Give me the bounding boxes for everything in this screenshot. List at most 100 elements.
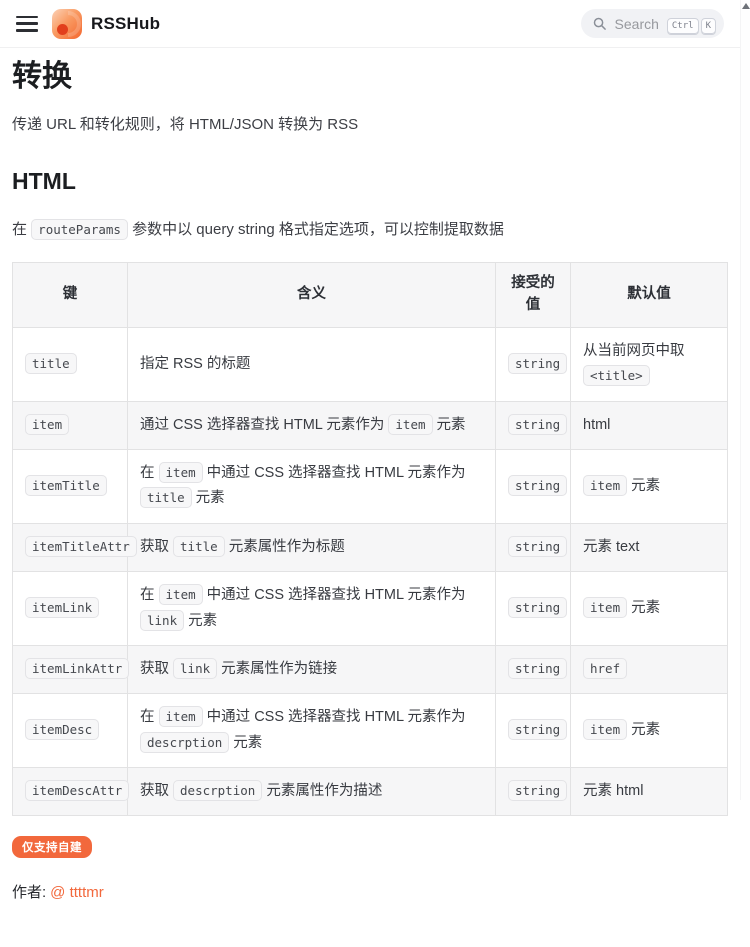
inline-code: string bbox=[508, 597, 567, 618]
param-key-cell: itemTitle bbox=[13, 450, 128, 524]
param-type-cell: string bbox=[496, 401, 571, 449]
inline-code: item bbox=[159, 706, 203, 727]
table-row: itemLink 在 item 中通过 CSS 选择器查找 HTML 元素作为 l… bbox=[13, 572, 728, 646]
column-header-accepted: 接受的值 bbox=[496, 263, 571, 328]
inline-code: item bbox=[583, 719, 627, 740]
scrollbar[interactable] bbox=[740, 0, 750, 800]
param-default-cell: item 元素 bbox=[571, 450, 728, 524]
params-table: 键 含义 接受的值 默认值 title指定 RSS 的标题string从当前网页… bbox=[12, 262, 728, 816]
table-header-row: 键 含义 接受的值 默认值 bbox=[13, 263, 728, 328]
doc-content: 转换 传递 URL 和转化规则，将 HTML/JSON 转换为 RSS HTML… bbox=[0, 48, 750, 947]
inline-code: item bbox=[159, 584, 203, 605]
inline-code: link bbox=[173, 658, 217, 679]
param-key-cell: title bbox=[13, 327, 128, 401]
param-type-cell: string bbox=[496, 572, 571, 646]
status-badge: 仅支持自建 bbox=[12, 836, 92, 858]
param-default-cell: 从当前网页中取 <title> bbox=[571, 327, 728, 401]
inline-code: itemDescAttr bbox=[25, 780, 129, 801]
inline-code: item bbox=[583, 475, 627, 496]
search-placeholder: Search bbox=[615, 16, 659, 32]
param-type-cell: string bbox=[496, 523, 571, 571]
param-key-cell: itemDesc bbox=[13, 694, 128, 768]
table-row: title 指定 RSS 的标题 string从当前网页中取 <title> bbox=[13, 327, 728, 401]
column-header-key: 键 bbox=[13, 263, 128, 328]
inline-code: itemLinkAttr bbox=[25, 658, 129, 679]
section-intro: 在 routeParams 参数中以 query string 格式指定选项，可… bbox=[12, 218, 727, 242]
inline-code: string bbox=[508, 475, 567, 496]
param-type-cell: string bbox=[496, 450, 571, 524]
params-table-body: title指定 RSS 的标题string从当前网页中取 <title>item… bbox=[13, 327, 728, 816]
param-type-cell: string bbox=[496, 327, 571, 401]
inline-code: item bbox=[388, 414, 432, 435]
param-type-cell: string bbox=[496, 694, 571, 768]
param-meaning-cell: 获取 title 元素属性作为标题 bbox=[128, 523, 496, 571]
brand-home-link[interactable]: RSSHub bbox=[52, 9, 160, 39]
inline-code: routeParams bbox=[31, 219, 128, 240]
inline-code: itemTitleAttr bbox=[25, 536, 137, 557]
param-key-cell: itemLinkAttr bbox=[13, 645, 128, 693]
author-line: 作者:@ ttttmr bbox=[12, 881, 727, 902]
param-meaning-cell: 在 item 中通过 CSS 选择器查找 HTML 元素作为 link 元素 bbox=[128, 572, 496, 646]
param-default-cell: href bbox=[571, 645, 728, 693]
table-row: itemDesc 在 item 中通过 CSS 选择器查找 HTML 元素作为 d… bbox=[13, 694, 728, 768]
inline-code: itemTitle bbox=[25, 475, 107, 496]
param-meaning-cell: 指定 RSS 的标题 bbox=[128, 327, 496, 401]
param-type-cell: string bbox=[496, 645, 571, 693]
section-heading-html: HTML bbox=[12, 167, 727, 197]
param-meaning-cell: 通过 CSS 选择器查找 HTML 元素作为 item 元素 bbox=[128, 401, 496, 449]
table-row: itemDescAttr获取 descrption 元素属性作为描述 string… bbox=[13, 768, 728, 816]
param-default-cell: item 元素 bbox=[571, 694, 728, 768]
inline-code: string bbox=[508, 719, 567, 740]
inline-code: string bbox=[508, 780, 567, 801]
inline-code: string bbox=[508, 414, 567, 435]
kbd-ctrl: Ctrl bbox=[667, 18, 699, 34]
param-key-cell: item bbox=[13, 401, 128, 449]
column-header-default: 默认值 bbox=[571, 263, 728, 328]
author-link[interactable]: @ ttttmr bbox=[50, 884, 104, 901]
inline-code: descrption bbox=[173, 780, 262, 801]
inline-code: title bbox=[173, 536, 225, 557]
param-default-cell: 元素 text bbox=[571, 523, 728, 571]
param-default-cell: item 元素 bbox=[571, 572, 728, 646]
search-button[interactable]: Search CtrlK bbox=[581, 9, 724, 38]
table-row: item通过 CSS 选择器查找 HTML 元素作为 item 元素string… bbox=[13, 401, 728, 449]
table-row: itemLinkAttr获取 link 元素属性作为链接 string href bbox=[13, 645, 728, 693]
param-default-cell: 元素 html bbox=[571, 768, 728, 816]
inline-code: string bbox=[508, 536, 567, 557]
table-row: itemTitle 在 item 中通过 CSS 选择器查找 HTML 元素作为 … bbox=[13, 450, 728, 524]
scroll-up-icon[interactable] bbox=[742, 3, 750, 9]
page-title: 转换 bbox=[12, 58, 727, 96]
param-meaning-cell: 在 item 中通过 CSS 选择器查找 HTML 元素作为 descrptio… bbox=[128, 694, 496, 768]
inline-code: item bbox=[25, 414, 69, 435]
rsshub-logo-icon bbox=[52, 9, 82, 39]
inline-code: itemDesc bbox=[25, 719, 99, 740]
param-key-cell: itemDescAttr bbox=[13, 768, 128, 816]
param-key-cell: itemTitleAttr bbox=[13, 523, 128, 571]
inline-code: item bbox=[583, 597, 627, 618]
page-subtitle: 传递 URL 和转化规则，将 HTML/JSON 转换为 RSS bbox=[12, 113, 727, 134]
param-type-cell: string bbox=[496, 768, 571, 816]
menu-icon[interactable] bbox=[16, 16, 38, 32]
inline-code: string bbox=[508, 353, 567, 374]
kbd-k: K bbox=[701, 18, 716, 34]
inline-code: itemLink bbox=[25, 597, 99, 618]
inline-code: title bbox=[140, 487, 192, 508]
author-label: 作者: bbox=[12, 884, 46, 901]
inline-code: <title> bbox=[583, 365, 650, 386]
inline-code: descrption bbox=[140, 732, 229, 753]
top-nav: RSSHub Search CtrlK bbox=[0, 0, 750, 48]
table-row: itemTitleAttr获取 title 元素属性作为标题 string元素 t… bbox=[13, 523, 728, 571]
column-header-meaning: 含义 bbox=[128, 263, 496, 328]
brand-name: RSSHub bbox=[91, 14, 160, 34]
param-default-cell: html bbox=[571, 401, 728, 449]
inline-code: string bbox=[508, 658, 567, 679]
inline-code: href bbox=[583, 658, 627, 679]
param-key-cell: itemLink bbox=[13, 572, 128, 646]
inline-code: title bbox=[25, 353, 77, 374]
inline-code: link bbox=[140, 610, 184, 631]
param-meaning-cell: 在 item 中通过 CSS 选择器查找 HTML 元素作为 title 元素 bbox=[128, 450, 496, 524]
inline-code: item bbox=[159, 462, 203, 483]
param-meaning-cell: 获取 link 元素属性作为链接 bbox=[128, 645, 496, 693]
search-icon bbox=[592, 16, 607, 31]
param-meaning-cell: 获取 descrption 元素属性作为描述 bbox=[128, 768, 496, 816]
